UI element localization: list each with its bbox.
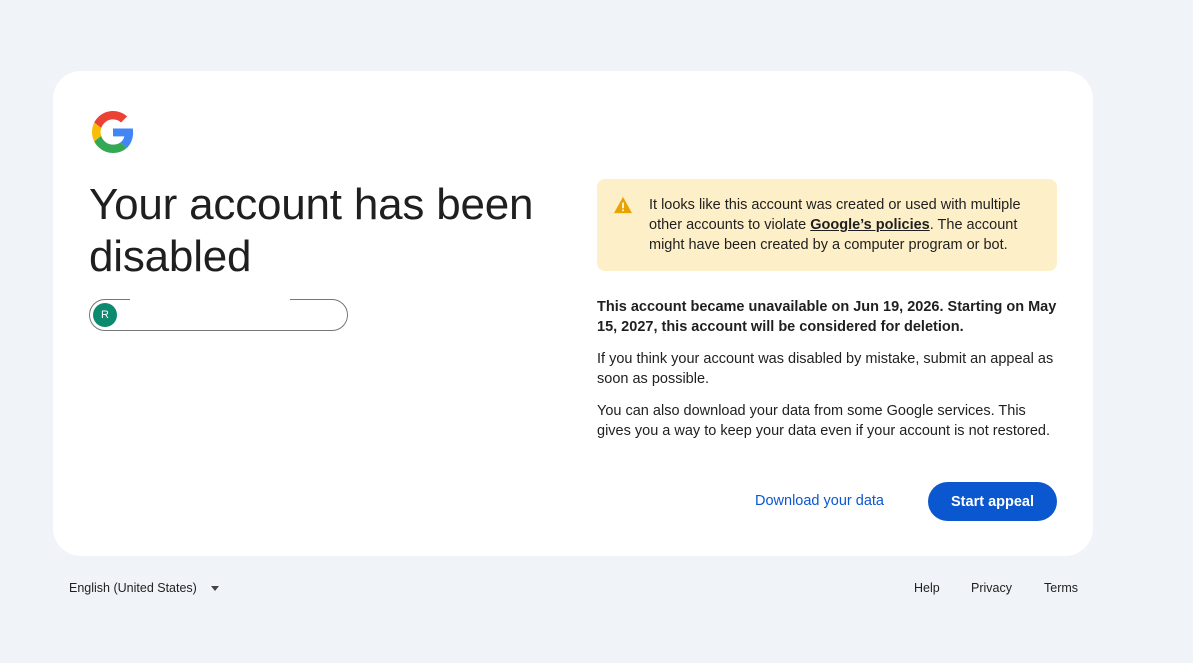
language-selector[interactable]: English (United States) — [69, 581, 219, 595]
appeal-info-text: If you think your account was disabled b… — [597, 351, 1054, 387]
help-link[interactable]: Help — [914, 581, 940, 595]
footer: English (United States) Help Privacy Ter… — [53, 576, 1093, 602]
caret-down-icon — [210, 585, 219, 591]
disabled-account-card: Your account has been disabled R It look… — [53, 71, 1093, 556]
google-policies-link[interactable]: Google’s policies — [810, 217, 930, 233]
language-label: English (United States) — [69, 581, 197, 595]
policy-warning-banner: It looks like this account was created o… — [597, 179, 1057, 271]
terms-link[interactable]: Terms — [1044, 581, 1078, 595]
warning-icon — [614, 196, 632, 214]
account-chip[interactable]: R — [89, 298, 348, 331]
start-appeal-button[interactable]: Start appeal — [928, 482, 1057, 521]
download-data-button[interactable]: Download your data — [743, 483, 896, 519]
deletion-status-text: This account became unavailable on Jun 1… — [597, 299, 1057, 335]
redacted-email — [130, 298, 290, 310]
google-logo-icon — [92, 111, 134, 153]
download-info-text: You can also download your data from som… — [597, 403, 1050, 439]
page-title: Your account has been disabled — [89, 180, 534, 281]
privacy-link[interactable]: Privacy — [971, 581, 1012, 595]
avatar: R — [93, 303, 117, 327]
